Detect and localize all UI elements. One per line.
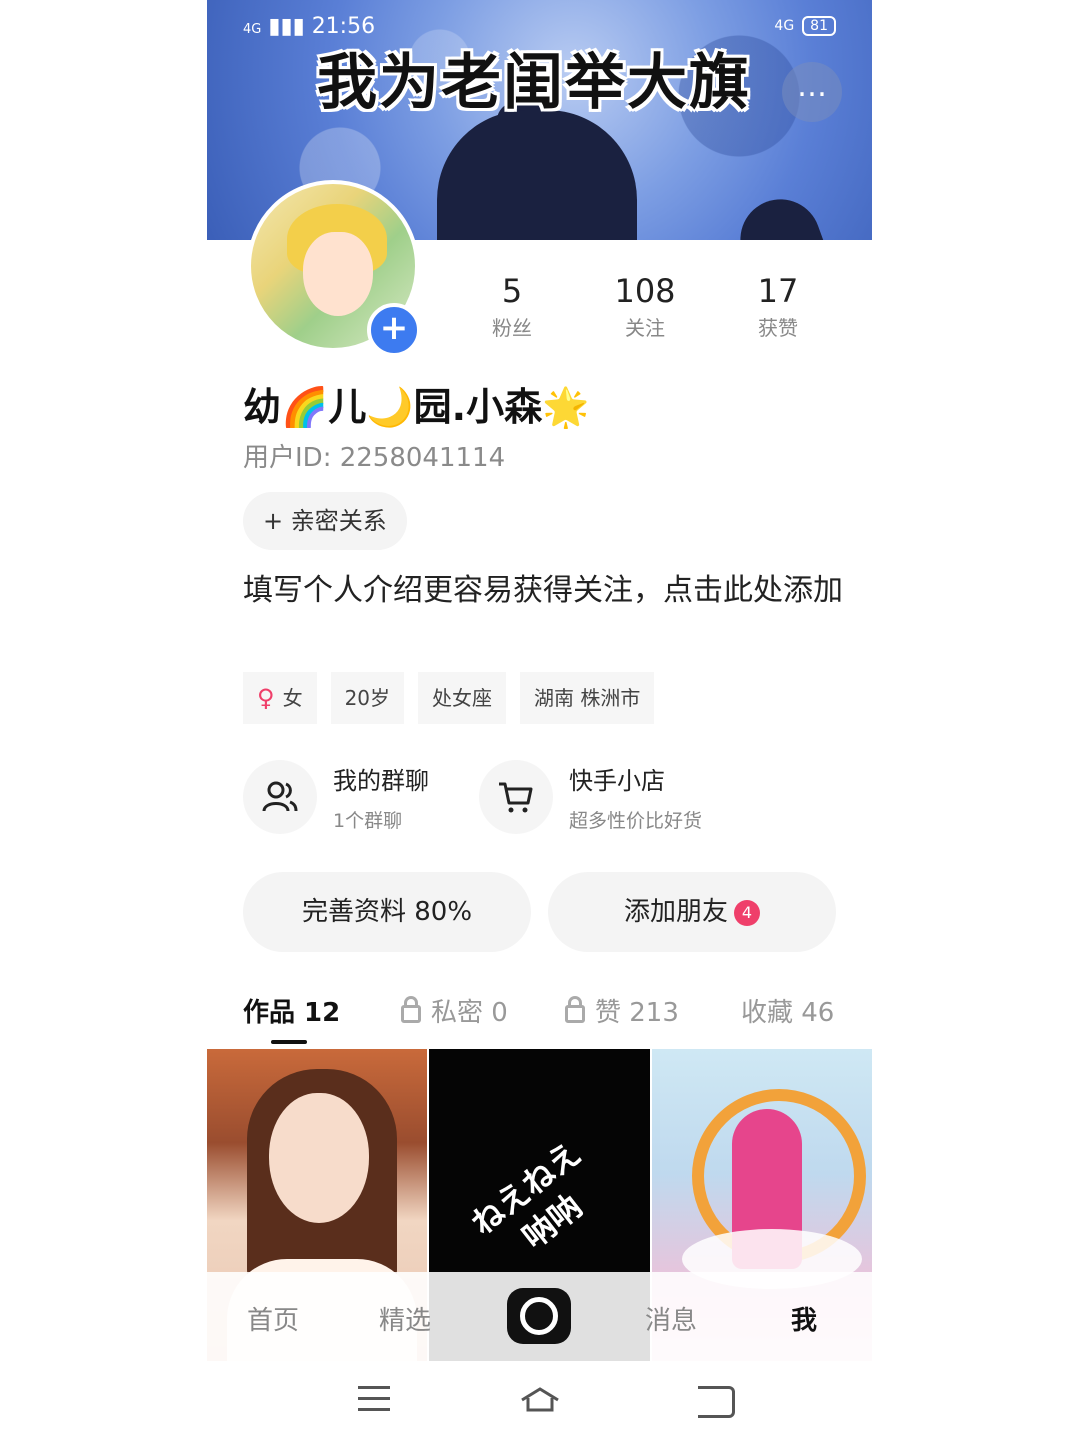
profile-tags: ♀ 女 20岁 处女座 湖南 株洲市	[243, 672, 655, 724]
stat-following-value: 108	[614, 272, 676, 310]
back-icon[interactable]	[698, 1386, 735, 1418]
status-bar-left: 4G ▮▮▮ 21:56	[243, 14, 375, 39]
camera-icon	[520, 1297, 558, 1335]
portrait-face	[269, 1093, 369, 1223]
bottom-nav: 首页 精选 消息 我	[207, 1272, 872, 1364]
home-icon[interactable]	[520, 1386, 560, 1412]
stat-followers[interactable]: 5 粉丝	[457, 272, 567, 341]
profile-intro[interactable]: 填写个人介绍更容易获得关注，点击此处添加	[243, 568, 843, 614]
female-icon: ♀	[257, 684, 275, 712]
tag-gender-label: 女	[282, 686, 303, 710]
recent-apps-icon[interactable]	[358, 1386, 390, 1419]
stat-likes[interactable]: 17 获赞	[723, 272, 833, 341]
signal-icon: ▮▮▮	[268, 14, 305, 39]
camera-button[interactable]	[507, 1288, 571, 1344]
signal-label: 4G	[243, 22, 262, 37]
tab-private-label: 私密 0	[431, 998, 508, 1028]
banner-title: 我为老闺举大旗	[317, 48, 751, 118]
shop-subtitle: 超多性价比好货	[569, 810, 703, 832]
nav-messages[interactable]: 消息	[645, 1300, 697, 1337]
avatar-face	[303, 232, 373, 316]
tab-private[interactable]: 私密 0	[401, 992, 508, 1029]
group-chat-title: 我的群聊	[333, 767, 429, 795]
lock-icon	[565, 996, 585, 1023]
lock-icon	[401, 996, 421, 1023]
stat-likes-label: 获赞	[758, 316, 798, 340]
stat-followers-value: 5	[501, 272, 523, 310]
status-time: 21:56	[311, 14, 376, 39]
cart-icon	[479, 760, 553, 834]
system-navigation-bar	[0, 1364, 1080, 1439]
intimate-relationship-button[interactable]: + 亲密关系	[243, 492, 407, 550]
tag-gender: ♀ 女	[243, 672, 317, 724]
battery-icon: 81	[802, 16, 836, 36]
profile-name: 幼🌈儿🌙园.小森🌟	[243, 385, 590, 429]
add-friends-label: 添加朋友	[623, 897, 728, 927]
shop-entry[interactable]: 快手小店 超多性价比好货	[479, 760, 702, 834]
add-friends-button[interactable]: 添加朋友 4	[548, 872, 836, 952]
tab-favorites[interactable]: 收藏 46	[741, 992, 834, 1029]
nav-home[interactable]: 首页	[247, 1300, 299, 1337]
stat-following-label: 关注	[625, 316, 665, 340]
nav-me[interactable]: 我	[791, 1300, 817, 1337]
work-text: ねえねえ 呐呐	[463, 1132, 616, 1277]
tag-location: 湖南 株洲市	[520, 672, 655, 724]
add-friends-badge: 4	[734, 899, 760, 926]
network-label: 4G	[774, 18, 795, 34]
status-bar-right: 4G 81	[774, 16, 836, 36]
more-options-button[interactable]: …	[782, 62, 842, 122]
tag-age: 20岁	[330, 672, 405, 724]
group-chat-subtitle: 1个群聊	[333, 810, 403, 832]
stat-likes-value: 17	[757, 272, 799, 310]
tab-liked-label: 赞 213	[595, 998, 679, 1028]
group-chat-entry[interactable]: 我的群聊 1个群聊	[243, 760, 429, 834]
stat-following[interactable]: 108 关注	[590, 272, 700, 341]
complete-profile-button[interactable]: 完善资料 80%	[243, 872, 531, 952]
group-icon	[243, 760, 317, 834]
shop-title: 快手小店	[569, 767, 665, 795]
stat-followers-label: 粉丝	[492, 316, 532, 340]
tag-zodiac: 处女座	[418, 672, 507, 724]
tab-liked[interactable]: 赞 213	[565, 992, 679, 1029]
user-id: 用户ID: 2258041114	[243, 443, 506, 473]
tab-works[interactable]: 作品 12	[243, 992, 340, 1029]
nav-featured[interactable]: 精选	[379, 1300, 431, 1337]
content-tabs: 作品 12 私密 0 赞 213 收藏 46	[243, 992, 843, 1044]
profile-screen: 我为老闺举大旗 4G ▮▮▮ 21:56 4G 81 … + 5 粉丝 108 …	[207, 0, 872, 1439]
tab-active-indicator	[271, 1040, 307, 1044]
avatar-add-button[interactable]: +	[367, 303, 421, 357]
